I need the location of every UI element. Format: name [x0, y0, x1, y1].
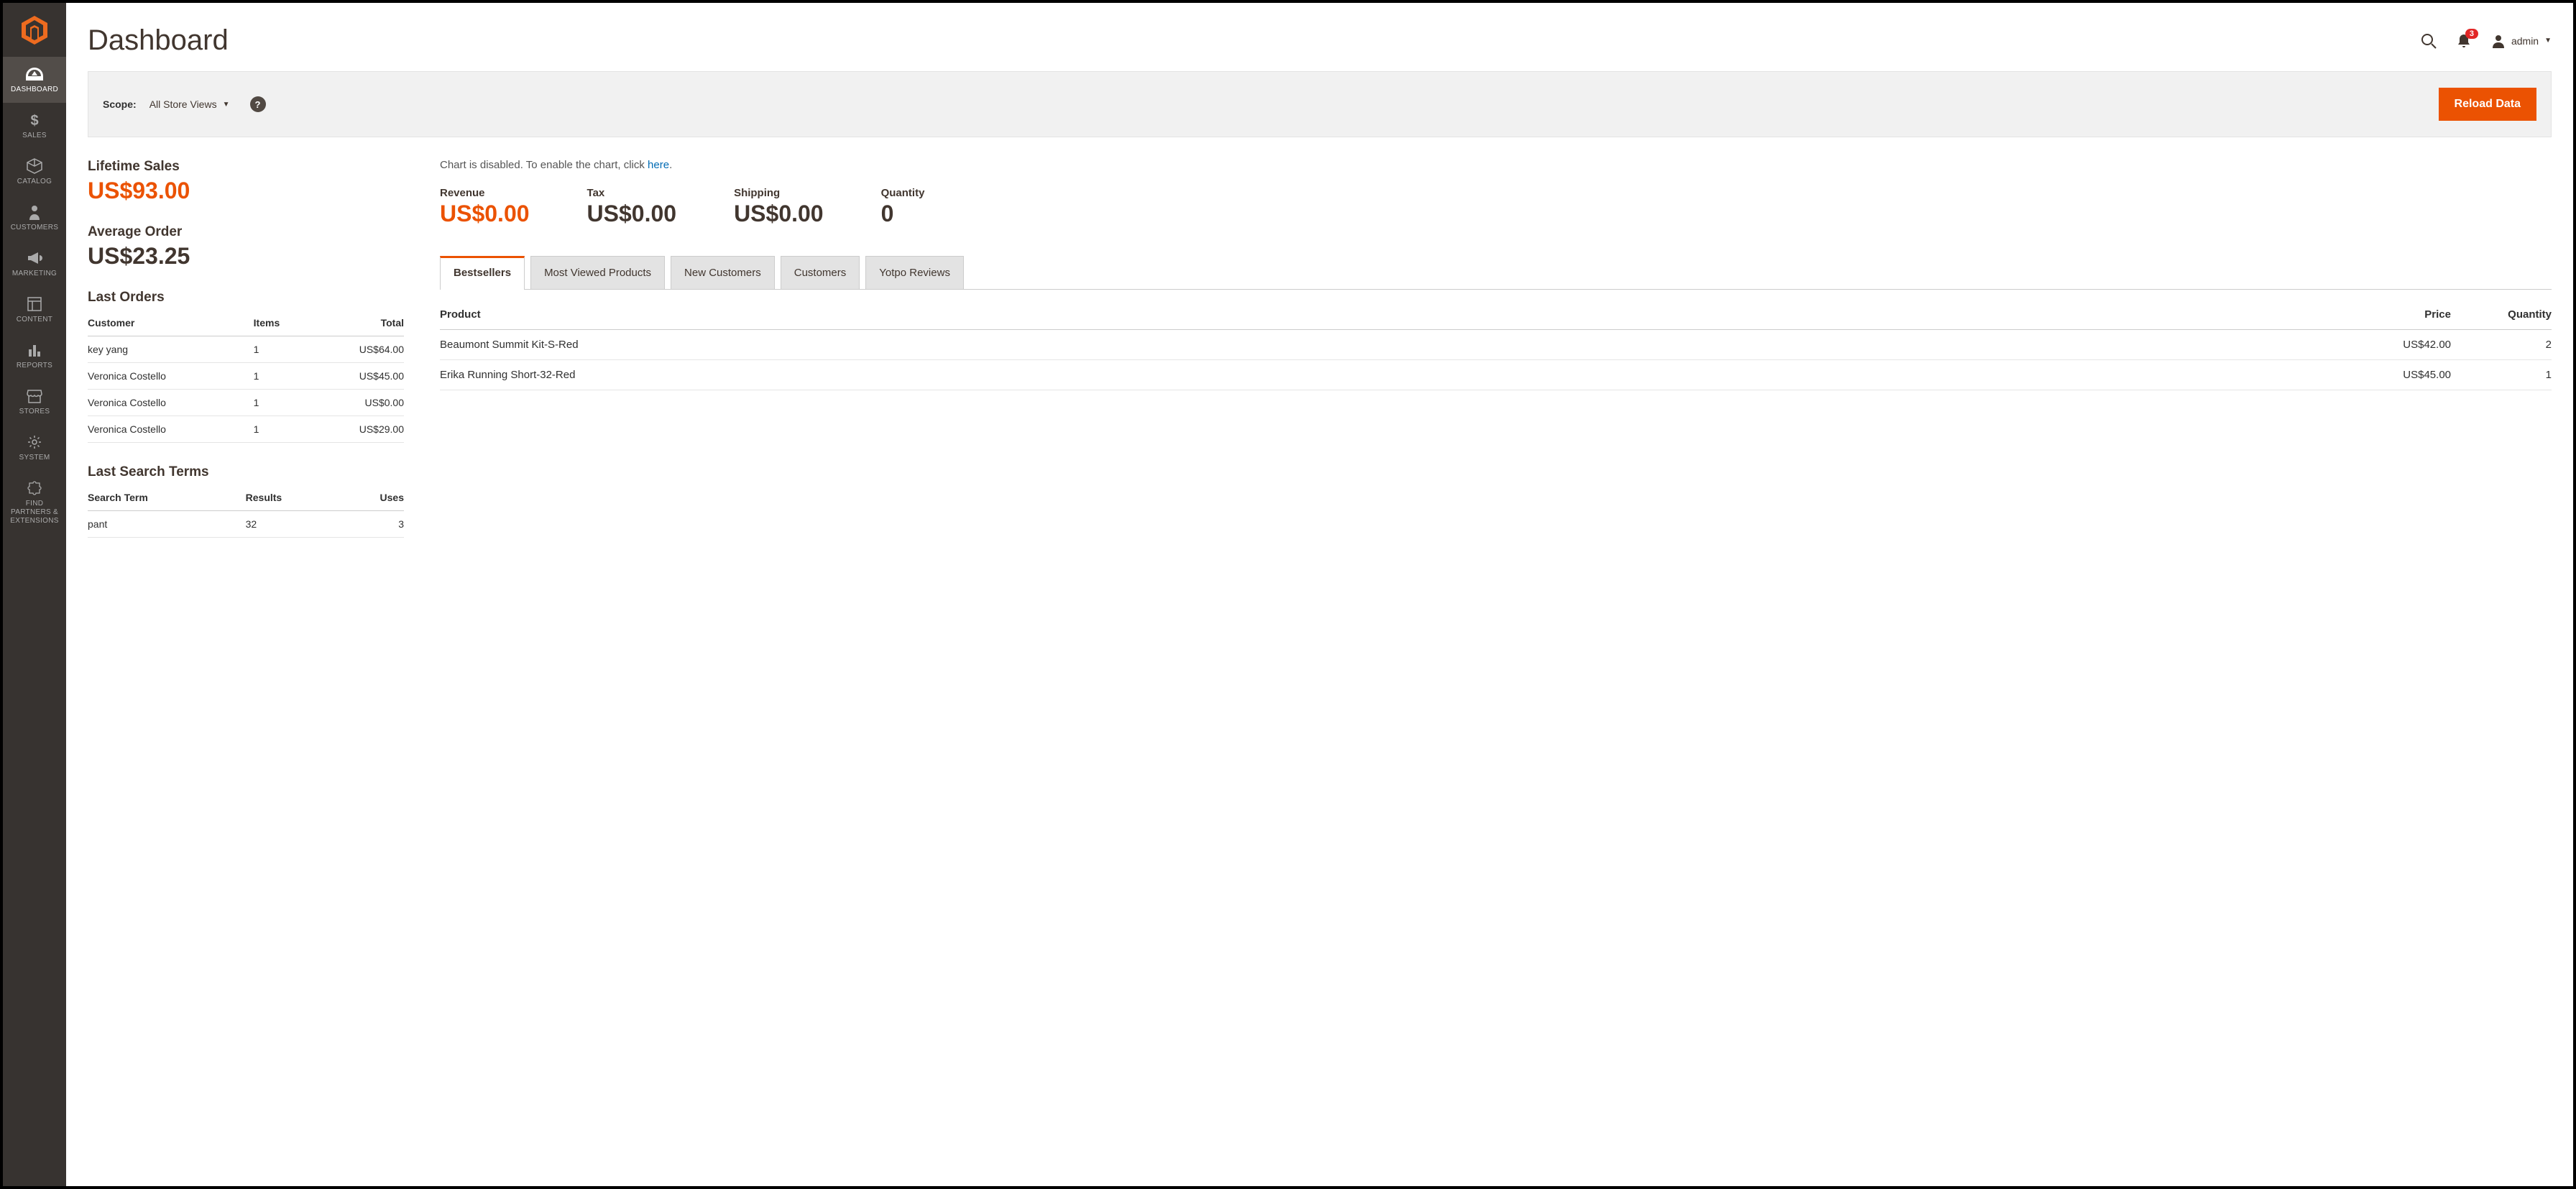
notification-badge: 3 — [2465, 29, 2478, 39]
nav-customers[interactable]: CUSTOMERS — [3, 195, 66, 241]
average-order-title: Average Order — [88, 224, 404, 240]
magento-logo-icon — [22, 16, 47, 45]
gauge-icon — [26, 65, 43, 83]
lifetime-sales-title: Lifetime Sales — [88, 159, 404, 175]
chart-disabled-notice: Chart is disabled. To enable the chart, … — [440, 159, 2552, 171]
svg-text:$: $ — [30, 113, 38, 128]
scope-bar: Scope: All Store Views ▼ ? Reload Data — [88, 71, 2552, 137]
dollar-icon: $ — [29, 111, 40, 129]
table-row[interactable]: pant 32 3 — [88, 511, 404, 538]
logo[interactable] — [3, 3, 66, 57]
nav-catalog[interactable]: CATALOG — [3, 149, 66, 195]
metric-revenue: Revenue US$0.00 — [440, 187, 530, 227]
col-total: Total — [309, 310, 404, 336]
tabs: Bestsellers Most Viewed Products New Cus… — [440, 256, 2552, 290]
enable-chart-link[interactable]: here — [648, 159, 669, 171]
scope-selector[interactable]: All Store Views ▼ — [150, 98, 230, 110]
col-product: Product — [440, 300, 2350, 330]
box-icon — [27, 157, 42, 175]
metric-quantity: Quantity 0 — [881, 187, 925, 227]
nav-dashboard[interactable]: DASHBOARD — [3, 57, 66, 103]
metric-shipping: Shipping US$0.00 — [734, 187, 824, 227]
metrics-row: Revenue US$0.00 Tax US$0.00 Shipping US$… — [440, 187, 2552, 227]
reload-data-button[interactable]: Reload Data — [2439, 88, 2536, 121]
tab-yotpo-reviews[interactable]: Yotpo Reviews — [865, 256, 964, 289]
caret-down-icon: ▼ — [2544, 37, 2552, 45]
page-title: Dashboard — [88, 24, 229, 57]
scope-label: Scope: — [103, 98, 137, 110]
tab-new-customers[interactable]: New Customers — [671, 256, 775, 289]
gear-icon — [27, 433, 42, 451]
user-menu[interactable]: admin ▼ — [2491, 34, 2552, 48]
megaphone-icon — [27, 249, 42, 267]
caret-down-icon: ▼ — [223, 101, 230, 109]
col-quantity: Quantity — [2451, 300, 2552, 330]
nav-system[interactable]: SYSTEM — [3, 425, 66, 471]
sidebar: DASHBOARD $ SALES CATALOG CUSTOMERS MARK… — [3, 3, 66, 1186]
nav-find-partners[interactable]: FIND PARTNERS & EXTENSIONS — [3, 471, 66, 534]
metric-tax: Tax US$0.00 — [587, 187, 677, 227]
last-search-table: Search Term Results Uses pant 32 3 — [88, 485, 404, 538]
nav-reports[interactable]: REPORTS — [3, 333, 66, 379]
col-items: Items — [254, 310, 309, 336]
table-row[interactable]: key yang 1 US$64.00 — [88, 336, 404, 363]
lifetime-sales-block: Lifetime Sales US$93.00 — [88, 159, 404, 204]
user-icon — [2491, 34, 2506, 48]
col-results: Results — [246, 485, 341, 511]
search-icon[interactable] — [2421, 33, 2437, 49]
last-orders-table: Customer Items Total key yang 1 US$64.00 — [88, 310, 404, 443]
col-price: Price — [2350, 300, 2451, 330]
average-order-block: Average Order US$23.25 — [88, 224, 404, 270]
bar-chart-icon — [27, 341, 42, 359]
page-header: Dashboard 3 admin ▼ — [88, 3, 2552, 71]
nav-marketing[interactable]: MARKETING — [3, 241, 66, 287]
col-search-term: Search Term — [88, 485, 246, 511]
bestsellers-table: Product Price Quantity Beaumont Summit K… — [440, 300, 2552, 390]
user-name: admin — [2511, 35, 2539, 47]
last-search-section: Last Search Terms Search Term Results Us… — [88, 464, 404, 538]
last-orders-title: Last Orders — [88, 290, 404, 306]
nav-stores[interactable]: STORES — [3, 379, 66, 425]
col-customer: Customer — [88, 310, 254, 336]
table-row[interactable]: Veronica Costello 1 US$45.00 — [88, 363, 404, 390]
table-row[interactable]: Erika Running Short-32-Red US$45.00 1 — [440, 360, 2552, 390]
table-row[interactable]: Veronica Costello 1 US$29.00 — [88, 416, 404, 443]
average-order-value: US$23.25 — [88, 243, 404, 270]
last-orders-section: Last Orders Customer Items Total key yan… — [88, 290, 404, 443]
storefront-icon — [27, 387, 42, 405]
last-search-title: Last Search Terms — [88, 464, 404, 480]
col-uses: Uses — [341, 485, 404, 511]
tab-most-viewed[interactable]: Most Viewed Products — [530, 256, 665, 289]
puzzle-icon — [27, 479, 42, 497]
layout-icon — [27, 295, 42, 313]
help-icon[interactable]: ? — [250, 96, 266, 112]
tab-bestsellers[interactable]: Bestsellers — [440, 256, 525, 290]
tab-customers[interactable]: Customers — [781, 256, 860, 289]
notifications-icon[interactable]: 3 — [2457, 33, 2471, 49]
table-row[interactable]: Beaumont Summit Kit-S-Red US$42.00 2 — [440, 330, 2552, 360]
nav-content[interactable]: CONTENT — [3, 287, 66, 333]
person-icon — [28, 203, 41, 221]
lifetime-sales-value: US$93.00 — [88, 178, 404, 204]
table-row[interactable]: Veronica Costello 1 US$0.00 — [88, 390, 404, 416]
nav-sales[interactable]: $ SALES — [3, 103, 66, 149]
